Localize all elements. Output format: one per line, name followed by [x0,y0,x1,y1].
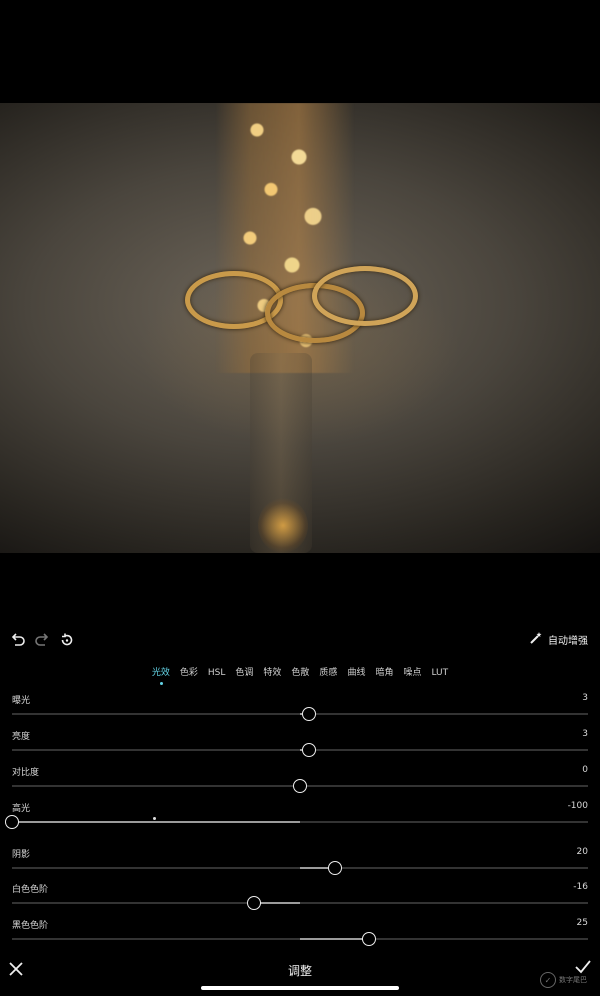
slider-label: 阴影 [12,850,31,860]
bottom-bar: 调整 ✓ 数字尾巴 [0,956,600,996]
slider-value: 0 [582,765,588,775]
home-indicator [201,986,399,990]
ring [312,266,418,326]
tab-effects[interactable]: 特效 [258,666,286,688]
tab-tone[interactable]: 色调 [230,666,258,688]
slider-contrast: 对比度 0 [12,765,588,801]
tab-dispersion[interactable]: 色散 [286,666,314,688]
slider-value: 3 [582,693,588,703]
slider-knob[interactable] [301,743,316,757]
slider-label: 白色色阶 [12,885,49,895]
slider-value: 3 [582,729,588,739]
slider-label: 黑色色阶 [12,921,49,931]
slider-label: 曝光 [12,696,31,706]
slider-value: 20 [576,847,588,857]
auto-enhance-button[interactable]: 自动增强 [529,631,588,648]
indicator-dot [153,817,156,820]
slider-knob[interactable] [301,707,316,721]
tab-curves[interactable]: 曲线 [342,666,370,688]
slider-knob[interactable] [362,932,377,946]
slider-label: 对比度 [12,768,40,778]
redo-icon[interactable] [30,628,54,652]
slider-label: 亮度 [12,732,31,742]
adjust-tabs: 光效 色彩 HSL 色调 特效 色散 质感 曲线 暗角 噪点 LUT [0,666,600,688]
magic-wand-icon [529,631,543,648]
auto-enhance-label: 自动增强 [548,636,588,647]
slider-value: -16 [573,882,588,892]
slider-knob[interactable] [5,815,19,829]
slider-label: 高光 [12,804,31,814]
slider-shadows: 阴影 20 [12,847,588,883]
slider-fill [12,821,300,823]
tab-vignette[interactable]: 暗角 [370,666,398,688]
reset-icon[interactable] [55,628,79,652]
slider-knob[interactable] [246,896,261,910]
tab-hsl[interactable]: HSL [203,666,231,688]
tab-color[interactable]: 色彩 [175,666,203,688]
slider-whites: 白色色阶 -16 [12,882,588,918]
tab-texture[interactable]: 质感 [314,666,342,688]
watermark-logo-icon: ✓ [540,972,556,988]
slider-brightness: 亮度 3 [12,729,588,765]
slider-highlights: 高光 -100 [5,801,588,837]
tab-light[interactable]: 光效 [147,666,175,688]
edit-toolbar: 自动增强 [0,628,600,654]
glass-glow [258,498,308,553]
photo-preview [0,103,600,553]
slider-exposure: 曝光 3 [12,693,588,729]
slider-value: -100 [567,801,588,811]
check-icon[interactable] [574,956,592,980]
slider-track[interactable] [12,902,588,904]
tab-lut[interactable]: LUT [426,666,453,688]
panel-title: 调整 [287,964,312,978]
slider-value: 25 [576,918,588,928]
slider-knob[interactable] [293,779,307,793]
slider-knob[interactable] [327,861,342,875]
slider-fill [300,938,370,940]
slider-blacks: 黑色色阶 25 [12,918,588,954]
tab-noise[interactable]: 噪点 [398,666,426,688]
undo-icon[interactable] [6,628,30,652]
